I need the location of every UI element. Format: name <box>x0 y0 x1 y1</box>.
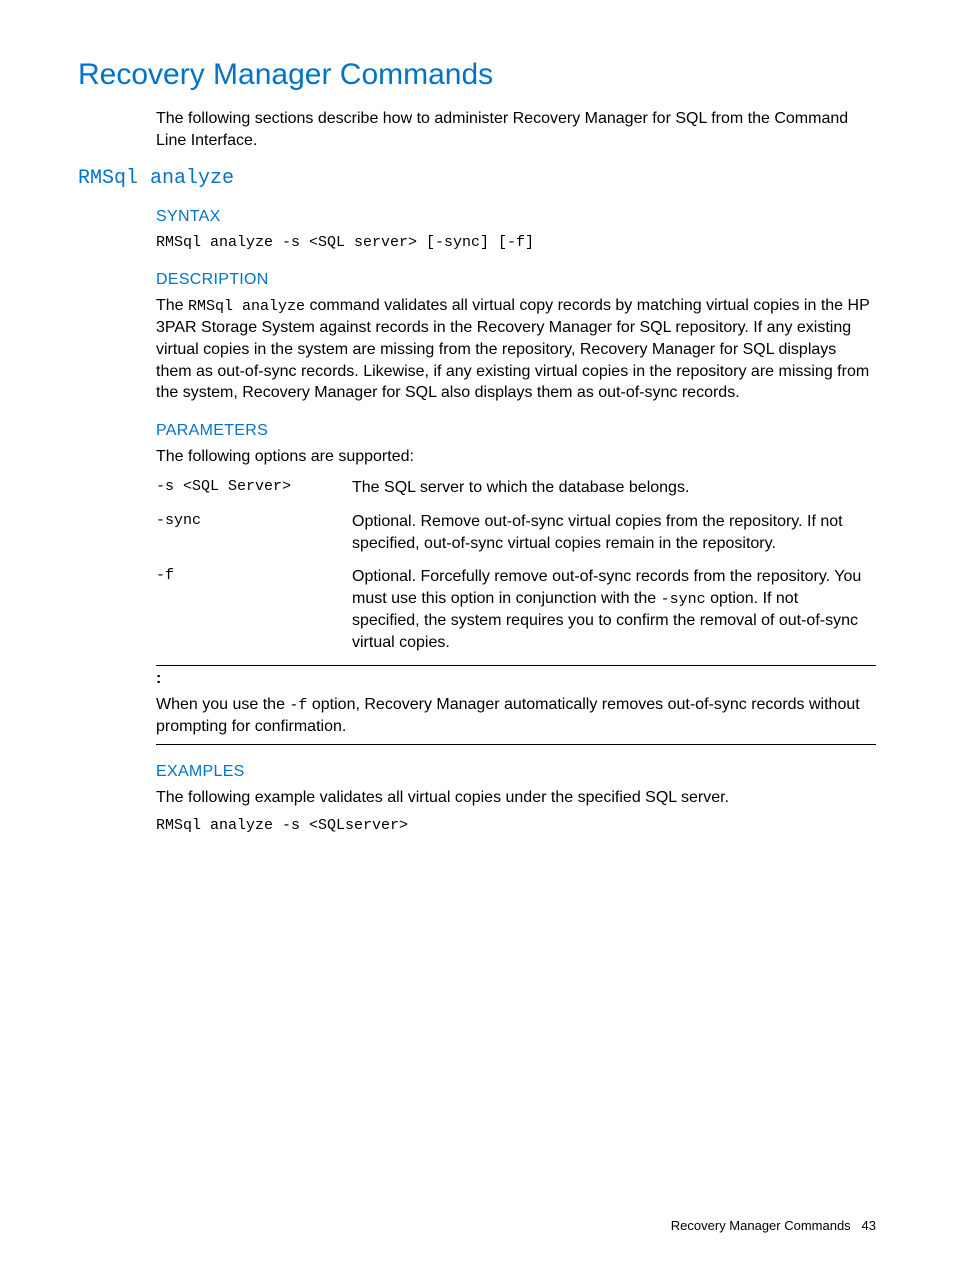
examples-section: EXAMPLES The following example validates… <box>156 763 876 836</box>
table-row: -s <SQL Server> The SQL server to which … <box>156 473 876 507</box>
document-page: Recovery Manager Commands The following … <box>0 0 954 836</box>
desc-cmd: RMSql analyze <box>188 298 305 315</box>
divider <box>156 665 876 666</box>
description-heading: DESCRIPTION <box>156 271 876 289</box>
table-row: -sync Optional. Remove out-of-sync virtu… <box>156 507 876 562</box>
examples-heading: EXAMPLES <box>156 763 876 781</box>
parameters-heading: PARAMETERS <box>156 422 876 440</box>
note-text: When you use the -f option, Recovery Man… <box>156 694 876 738</box>
parameters-intro: The following options are supported: <box>156 446 876 468</box>
examples-intro: The following example validates all virt… <box>156 787 876 809</box>
divider <box>156 744 876 745</box>
param-opt: -s <SQL Server> <box>156 473 352 507</box>
command-heading: RMSql analyze <box>78 167 876 190</box>
desc-pre: The <box>156 297 188 314</box>
description-section: DESCRIPTION The RMSql analyze command va… <box>156 271 876 404</box>
parameters-table: -s <SQL Server> The SQL server to which … <box>156 473 876 663</box>
param-desc: The SQL server to which the database bel… <box>352 473 876 507</box>
param-desc: Optional. Forcefully remove out-of-sync … <box>352 562 876 663</box>
param-opt: -sync <box>156 507 352 562</box>
footer-page-number: 43 <box>862 1218 876 1233</box>
page-title: Recovery Manager Commands <box>78 58 876 92</box>
description-text: The RMSql analyze command validates all … <box>156 295 876 404</box>
page-intro: The following sections describe how to a… <box>156 108 876 151</box>
param-desc: Optional. Remove out-of-sync virtual cop… <box>352 507 876 562</box>
syntax-section: SYNTAX RMSql analyze -s <SQL server> [-s… <box>156 208 876 253</box>
table-row: -f Optional. Forcefully remove out-of-sy… <box>156 562 876 663</box>
note-pre: When you use the <box>156 696 289 713</box>
note-code: -f <box>289 697 307 714</box>
page-footer: Recovery Manager Commands 43 <box>671 1218 876 1233</box>
note-colon: : <box>156 670 876 688</box>
footer-label: Recovery Manager Commands <box>671 1218 851 1233</box>
syntax-code: RMSql analyze -s <SQL server> [-sync] [-… <box>156 232 876 253</box>
parameters-section: PARAMETERS The following options are sup… <box>156 422 876 745</box>
examples-code: RMSql analyze -s <SQLserver> <box>156 815 876 836</box>
syntax-heading: SYNTAX <box>156 208 876 226</box>
param-opt: -f <box>156 562 352 663</box>
param-desc-code: -sync <box>661 591 706 608</box>
